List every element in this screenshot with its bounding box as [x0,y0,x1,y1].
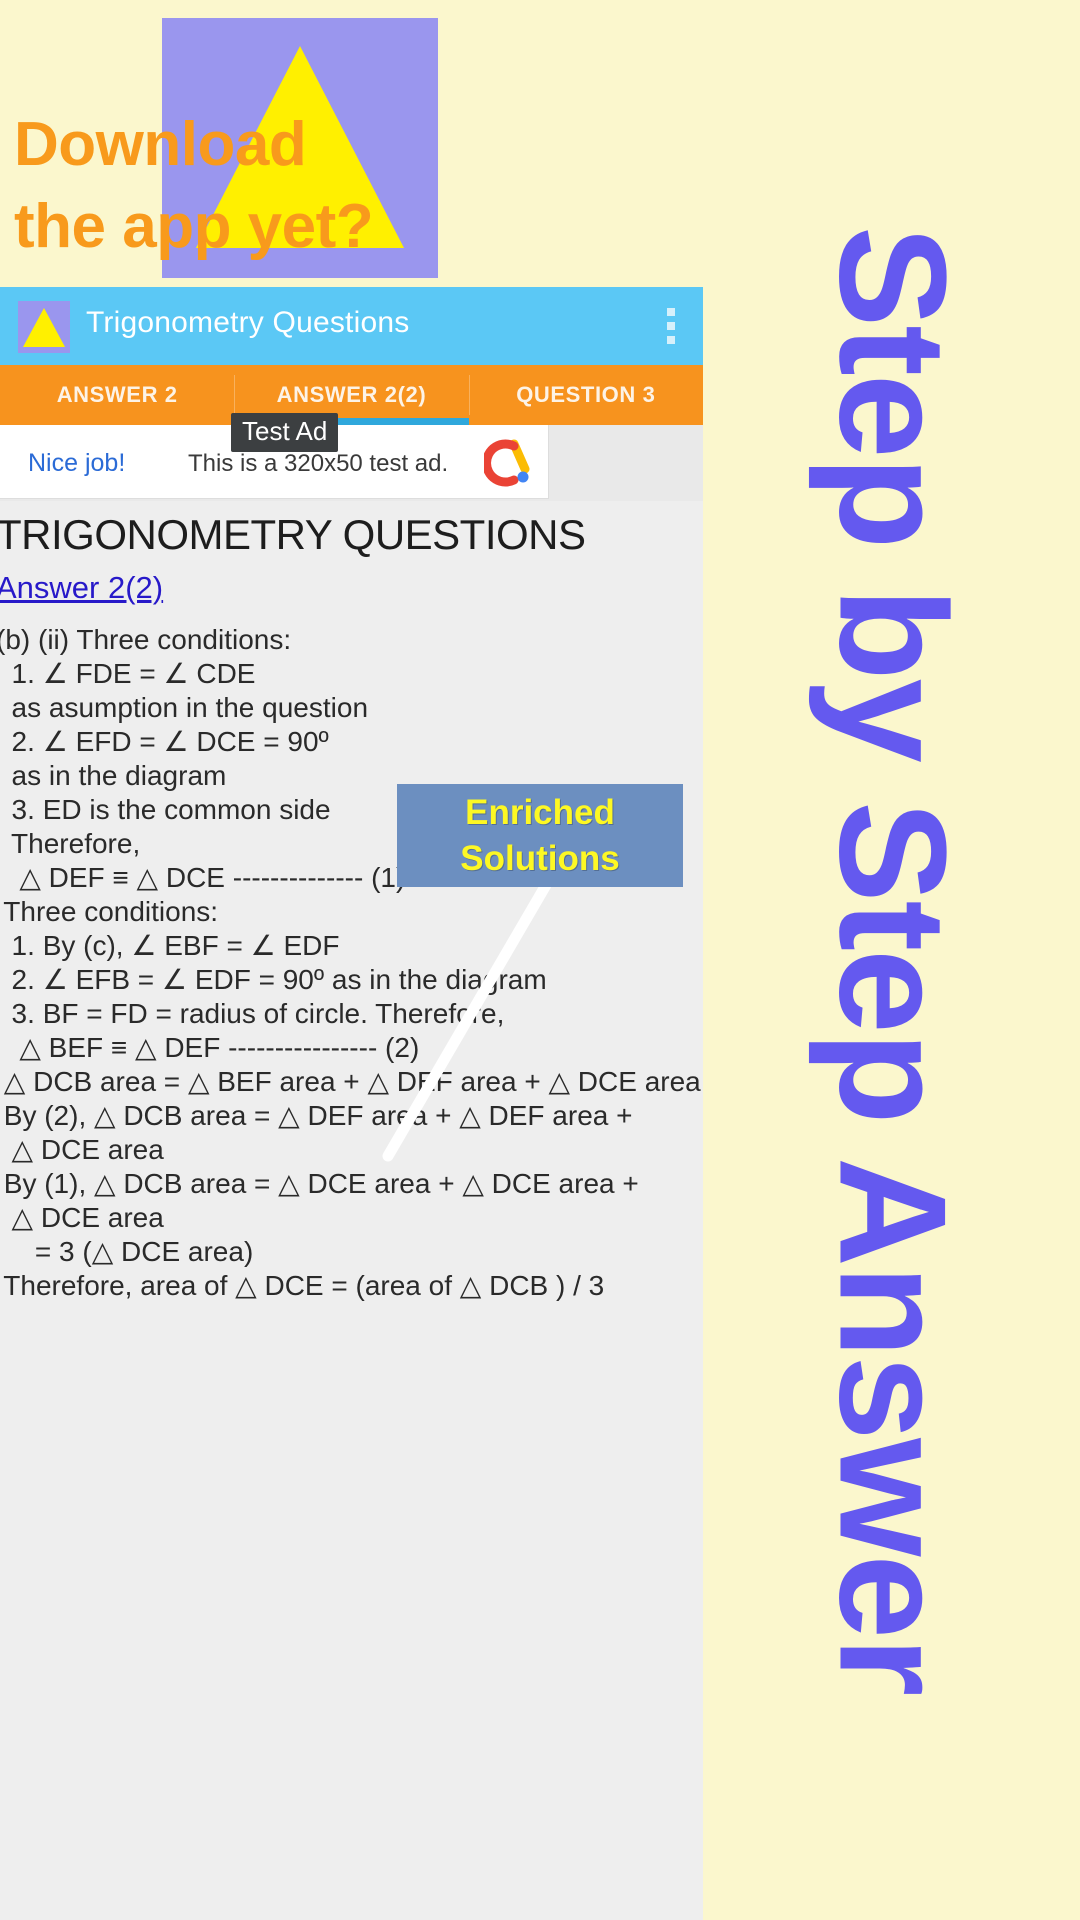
tab-question-3[interactable]: QUESTION 3 [468,365,703,425]
page-title: TRIGONOMETRY QUESTIONS [0,511,586,558]
app-icon [18,301,70,353]
google-ads-icon [484,439,530,487]
app-window: Trigonometry Questions ANSWER 2 ANSWER 2… [0,287,703,1920]
action-bar: Trigonometry Questions [0,287,703,365]
tab-answer-2[interactable]: ANSWER 2 [0,365,234,425]
tab-label: ANSWER 2(2) [276,382,427,407]
promo-header: Download the app yet? [0,0,703,287]
ad-body-text: This is a 320x50 test ad. [188,450,449,477]
callout-line-2: Solutions [460,838,620,878]
tab-label: ANSWER 2 [56,382,178,407]
app-title: Trigonometry Questions [86,306,410,339]
screen-root: Download the app yet? Trigonometry Quest… [0,0,1080,1920]
side-banner: Step by Step Answer [703,0,1080,1920]
overflow-menu-icon[interactable] [667,308,675,344]
tab-label: QUESTION 3 [516,382,656,407]
triangle-icon [23,308,65,347]
side-banner-text: Step by Step Answer [807,225,977,1695]
callout-line-1: Enriched [465,792,615,832]
promo-headline: Download the app yet? [14,110,374,261]
answer-link[interactable]: Answer 2(2) [0,570,163,606]
ad-test-label: Test Ad [231,413,339,452]
ad-cta-text: Nice job! [28,449,126,477]
tab-bar: ANSWER 2 ANSWER 2(2) QUESTION 3 [0,365,703,425]
overflow-dot [667,336,675,344]
ad-container: Nice job! This is a 320x50 test ad. Test… [0,413,703,501]
document-content: TRIGONOMETRY QUESTIONS Answer 2(2) (b) (… [0,501,703,1920]
overflow-dot [667,322,675,330]
overflow-dot [667,308,675,316]
enriched-solutions-badge: Enriched Solutions [397,784,683,887]
answer-body-text: (b) (ii) Three conditions: 1. ∠ FDE = ∠ … [0,624,701,1301]
ad-banner[interactable]: Nice job! This is a 320x50 test ad. Test… [0,413,549,499]
